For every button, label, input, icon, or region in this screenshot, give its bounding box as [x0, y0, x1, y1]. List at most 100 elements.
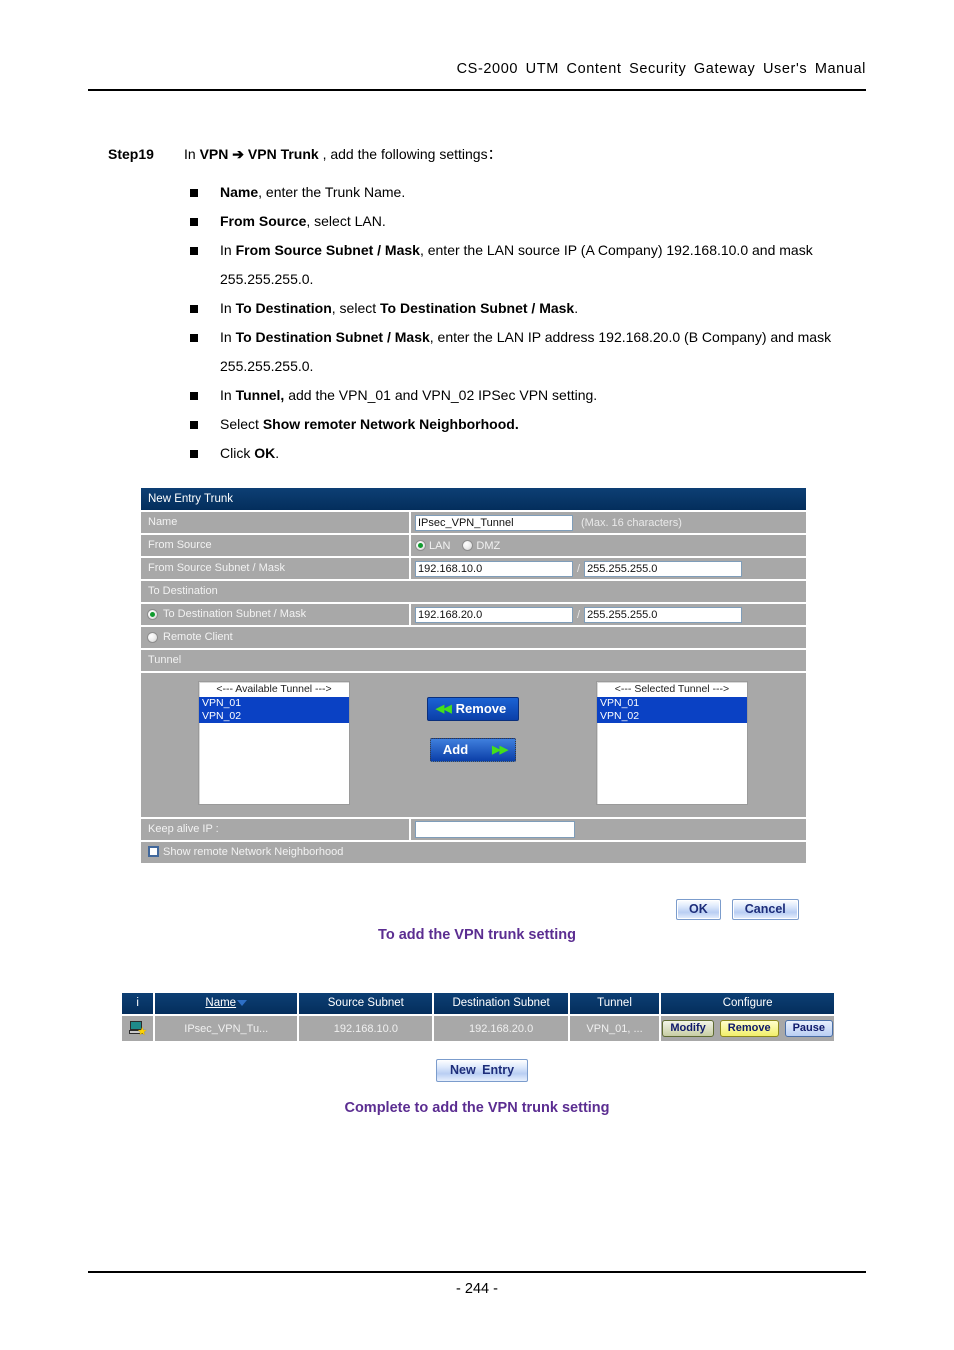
bullet-text-fragment: In — [220, 329, 236, 345]
step-arrow: ➔ — [228, 146, 248, 162]
tunnel-transfer-buttons: ◀◀ Remove Add ▶▶ — [350, 681, 596, 762]
from-source-subnet-label: From Source Subnet / Mask — [148, 562, 285, 574]
cell-tunnel: VPN_01, ... — [568, 1014, 662, 1041]
list-item[interactable]: VPN_02 — [199, 710, 349, 723]
list-item[interactable]: VPN_01 — [199, 697, 349, 710]
radio-remote-client[interactable] — [147, 632, 158, 643]
cell-source-subnet: 192.168.10.0 — [298, 1014, 435, 1041]
cell-name: IPsec_VPN_Tu... — [154, 1014, 300, 1041]
footer-divider — [88, 1271, 866, 1273]
bullet-text-fragment: . — [574, 300, 579, 316]
bullet-text-fragment: add the VPN_01 and VPN_02 IPSec VPN sett… — [284, 387, 598, 403]
keep-alive-ip-input[interactable] — [415, 821, 575, 838]
cell-configure: Modify Remove Pause — [660, 1014, 834, 1041]
remove-row-button[interactable]: Remove — [719, 1020, 779, 1037]
remote-client-label: Remote Client — [163, 631, 233, 643]
show-remote-checkbox[interactable] — [148, 846, 159, 857]
column-header-destination-subnet[interactable]: Destination Subnet — [433, 993, 570, 1015]
add-button-label: Add — [442, 742, 469, 757]
name-label: Name — [148, 516, 178, 528]
bullet-bold-fragment: From Source — [220, 213, 307, 229]
from-source-label: From Source — [148, 539, 212, 551]
bullet-square-icon — [190, 218, 198, 226]
bullet-text-fragment: Select — [220, 416, 263, 432]
tunnel-selector: <--- Available Tunnel ---> VPN_01 VPN_02… — [141, 673, 806, 817]
list-item: Name, enter the Trunk Name. — [190, 178, 870, 207]
ok-button[interactable]: OK — [676, 899, 721, 920]
double-left-arrow-icon: ◀◀ — [435, 703, 452, 715]
column-header-tunnel[interactable]: Tunnel — [568, 993, 662, 1015]
sort-descending-icon[interactable] — [237, 1000, 248, 1006]
bullet-text-4: In To Destination Subnet / Mask, enter t… — [220, 323, 870, 381]
bullet-text-0: Name, enter the Trunk Name. — [220, 178, 870, 207]
bullet-square-icon — [190, 392, 198, 400]
bullet-bold-fragment: To Destination Subnet / Mask — [235, 329, 430, 345]
step-text-suffix: , add the following settings： — [318, 146, 502, 162]
bullet-square-icon — [190, 247, 198, 255]
list-item: In From Source Subnet / Mask, enter the … — [190, 236, 870, 294]
radio-to-destination-subnet[interactable] — [147, 609, 158, 620]
table-row: ★ IPsec_VPN_Tu... 192.168.10.0 192.168.2… — [122, 1014, 834, 1041]
document-header-title: CS-2000 UTM Content Security Gateway Use… — [456, 61, 866, 77]
bullet-text-fragment: Click — [220, 445, 255, 461]
step-label: Step19 — [108, 146, 154, 162]
list-item[interactable]: VPN_02 — [597, 710, 747, 723]
step-text: In VPN ➔ VPN Trunk , add the following s… — [184, 144, 502, 164]
available-tunnel-listbox[interactable]: <--- Available Tunnel ---> VPN_01 VPN_02 — [198, 681, 350, 805]
to-destination-label: To Destination — [148, 585, 218, 597]
bullet-text-7: Click OK. — [220, 439, 870, 468]
list-item: Select Show remoter Network Neighborhood… — [190, 410, 870, 439]
page-number: - 244 - — [456, 1281, 498, 1297]
star-badge-icon: ★ — [137, 1026, 148, 1038]
step-text-prefix: In — [184, 146, 200, 162]
modify-button[interactable]: Modify — [662, 1020, 714, 1037]
to-destination-subnet-label: To Destination Subnet / Mask — [163, 608, 307, 620]
cancel-button[interactable]: Cancel — [731, 899, 799, 920]
list-item: From Source, select LAN. — [190, 207, 870, 236]
column-header-info: i — [122, 993, 156, 1015]
pause-button[interactable]: Pause — [784, 1020, 833, 1037]
add-button[interactable]: Add ▶▶ — [429, 738, 517, 762]
new-entry-button[interactable]: New Entry — [436, 1059, 529, 1082]
bullet-text-fragment: , select LAN. — [306, 213, 386, 229]
remove-button[interactable]: ◀◀ Remove — [426, 697, 520, 721]
radio-dmz[interactable] — [462, 540, 474, 551]
bullet-text-3: In To Destination, select To Destination… — [220, 294, 870, 323]
vpn-trunk-table: i Name Source Subnet Destination Subnet … — [122, 993, 834, 1041]
radio-lan[interactable] — [415, 540, 426, 551]
to-destination-ip-input[interactable] — [415, 606, 573, 623]
dialog-title: New Entry Trunk — [141, 488, 806, 510]
to-destination-mask-input[interactable] — [584, 606, 743, 623]
bullet-text-fragment: In — [220, 387, 236, 403]
document-header: CS-2000 UTM Content Security Gateway Use… — [88, 60, 866, 78]
slash-separator: / — [577, 562, 581, 575]
bullet-square-icon — [190, 421, 198, 429]
new-entry-container: New Entry — [436, 1059, 529, 1082]
name-input[interactable] — [415, 514, 573, 531]
list-item: In To Destination, select To Destination… — [190, 294, 870, 323]
row-from-source-subnet: From Source Subnet / Mask / — [141, 558, 806, 579]
figure-caption-1: To add the VPN trunk setting — [378, 927, 576, 943]
selected-tunnel-header: <--- Selected Tunnel ---> — [614, 683, 730, 695]
dialog-action-buttons: OK Cancel — [676, 899, 799, 920]
column-header-source-subnet[interactable]: Source Subnet — [298, 993, 435, 1015]
from-source-subnet-mask-input[interactable] — [584, 560, 743, 577]
row-show-remote-neighborhood: Show remote Network Neighborhood — [141, 842, 806, 863]
bullet-text-6: Select Show remoter Network Neighborhood… — [220, 410, 870, 439]
slash-separator: / — [577, 608, 581, 621]
from-source-subnet-ip-input[interactable] — [415, 560, 573, 577]
selected-tunnel-listbox[interactable]: <--- Selected Tunnel ---> VPN_01 VPN_02 — [596, 681, 748, 805]
to-destination-subnet-cell: To Destination Subnet / Mask — [141, 604, 409, 625]
step-bold-vpn: VPN — [199, 146, 229, 162]
tunnel-label: Tunnel — [148, 654, 182, 666]
radio-dmz-label: DMZ — [476, 539, 501, 552]
bullet-bold-fragment: Name — [220, 184, 259, 200]
bullet-text-2: In From Source Subnet / Mask, enter the … — [220, 236, 870, 294]
show-remote-label: Show remote Network Neighborhood — [163, 846, 344, 858]
column-header-name[interactable]: Name — [154, 993, 300, 1015]
new-entry-trunk-dialog: New Entry Trunk Name (Max. 16 characters… — [141, 488, 806, 863]
bullet-text-1: From Source, select LAN. — [220, 207, 870, 236]
show-remote-cell[interactable]: Show remote Network Neighborhood — [141, 842, 806, 863]
list-item[interactable]: VPN_01 — [597, 697, 747, 710]
bullet-bold-fragment: To Destination Subnet / Mask — [380, 300, 575, 316]
